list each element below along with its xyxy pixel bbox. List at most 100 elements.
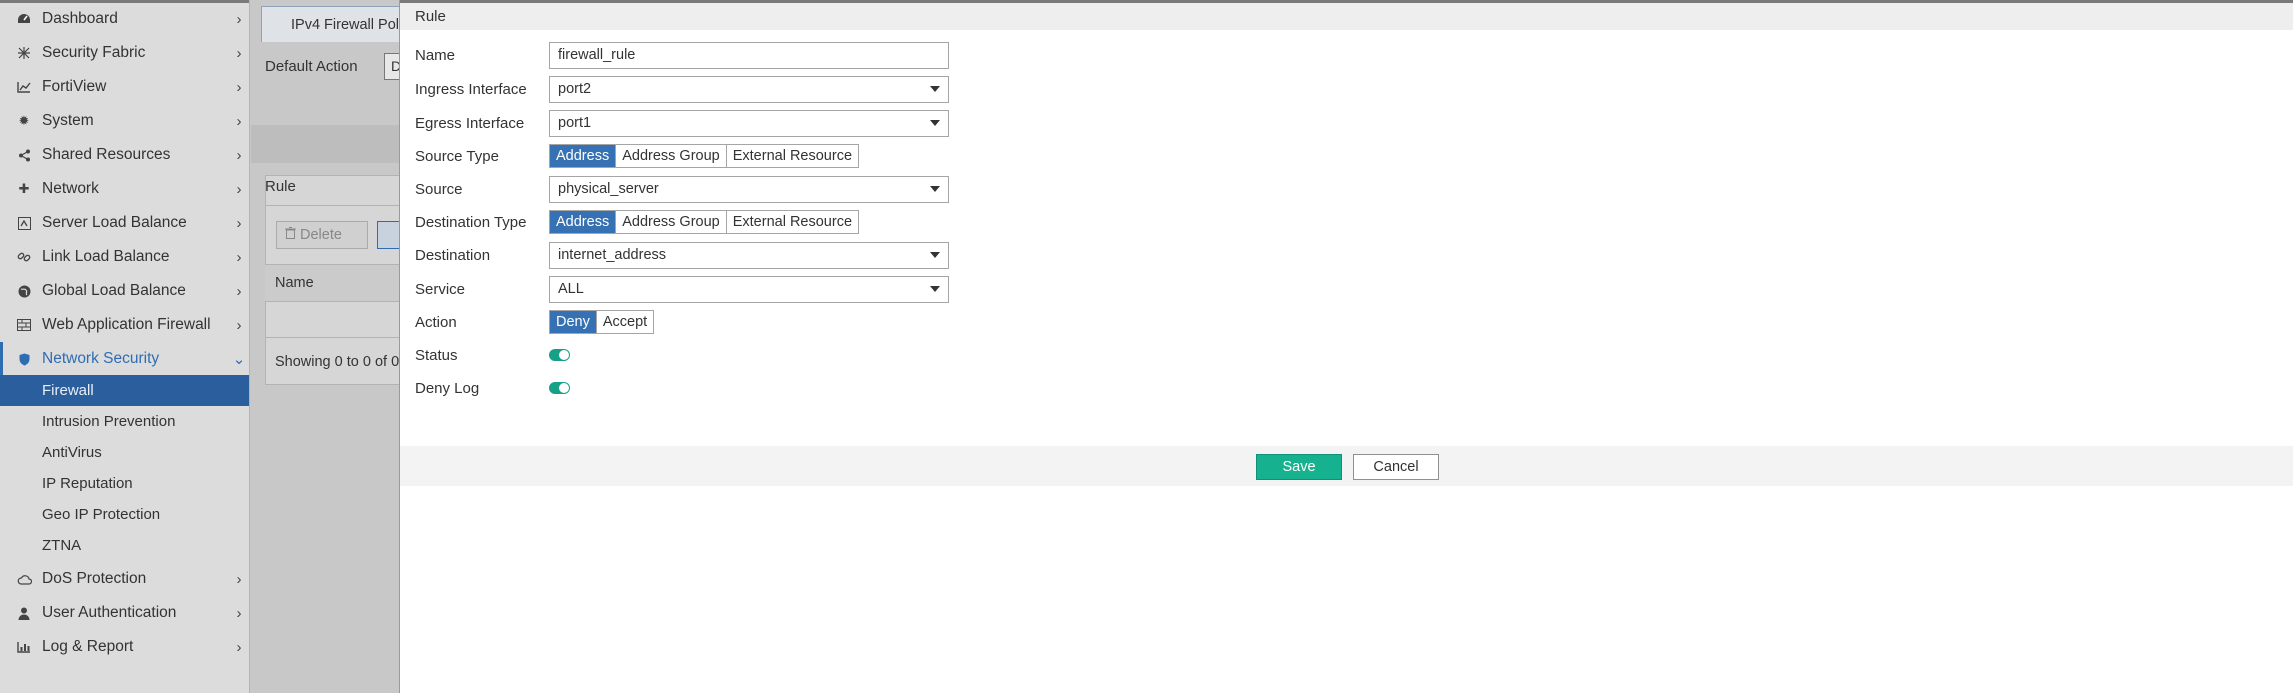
source-type-external-resource[interactable]: External Resource xyxy=(726,145,859,167)
dialog-title: Rule xyxy=(415,8,446,25)
sidebar-item-label: Shared Resources xyxy=(42,146,171,163)
sidebar-item-security-fabric[interactable]: Security Fabric › xyxy=(0,36,249,70)
sidebar-subitem-antivirus[interactable]: AntiVirus xyxy=(0,437,249,468)
sidebar-item-label: Link Load Balance xyxy=(42,248,170,265)
toggle-knob xyxy=(559,350,569,360)
tab-label: IPv4 Firewall Polic xyxy=(291,17,401,33)
status-toggle[interactable] xyxy=(549,349,570,361)
source-type-label: Source Type xyxy=(415,147,499,165)
sidebar-item-network[interactable]: ✚ Network › xyxy=(0,172,249,206)
chevron-right-icon: › xyxy=(236,214,242,232)
sidebar-subitem-label: IP Reputation xyxy=(42,475,133,492)
sidebar-item-fortiview[interactable]: FortiView › xyxy=(0,70,249,104)
sidebar-item-label: Log & Report xyxy=(42,638,134,655)
delete-label: Delete xyxy=(300,227,342,243)
source-value: physical_server xyxy=(558,181,659,197)
table-row xyxy=(265,302,401,338)
chevron-right-icon: › xyxy=(236,282,242,300)
service-select[interactable]: ALL xyxy=(549,275,949,303)
ingress-row: Ingress Interface port2 xyxy=(415,74,949,104)
sidebar-subitem-geo-ip-protection[interactable]: Geo IP Protection xyxy=(0,499,249,530)
egress-interface-select[interactable]: port1 xyxy=(549,109,949,137)
name-label: Name xyxy=(415,46,456,64)
ingress-interface-label: Ingress Interface xyxy=(415,80,527,98)
destination-type-external-resource[interactable]: External Resource xyxy=(726,211,859,233)
share-icon xyxy=(14,149,34,162)
ingress-interface-select[interactable]: port2 xyxy=(549,75,949,103)
tab-ipv4-firewall-policy[interactable]: IPv4 Firewall Polic xyxy=(261,6,401,42)
destination-type-row: Destination Type Address Address Group E… xyxy=(415,207,860,237)
globe-icon xyxy=(14,285,34,298)
status-label: Status xyxy=(415,346,458,364)
cancel-button[interactable]: Cancel xyxy=(1353,454,1439,480)
log-report-icon xyxy=(14,641,34,653)
source-type-address-group[interactable]: Address Group xyxy=(616,145,727,167)
shield-icon xyxy=(14,353,34,366)
chevron-right-icon: › xyxy=(236,146,242,164)
chevron-right-icon: › xyxy=(236,316,242,334)
dialog-footer xyxy=(400,446,2293,486)
chevron-down-icon: ⌄ xyxy=(232,351,246,368)
sidebar-item-label: Server Load Balance xyxy=(42,214,187,231)
save-button[interactable]: Save xyxy=(1256,454,1342,480)
name-column-header[interactable]: Name xyxy=(265,264,401,302)
cloud-icon xyxy=(14,574,34,585)
sidebar-item-link-load-balance[interactable]: Link Load Balance › xyxy=(0,240,249,274)
sidebar-subitem-label: Intrusion Prevention xyxy=(42,413,176,430)
status-row: Status xyxy=(415,340,570,370)
destination-select[interactable]: internet_address xyxy=(549,241,949,269)
trash-icon xyxy=(285,227,296,243)
chevron-right-icon: › xyxy=(236,180,242,198)
sidebar-item-system[interactable]: ✹ System › xyxy=(0,104,249,138)
sidebar-subitem-firewall[interactable]: Firewall xyxy=(0,375,249,406)
sidebar-item-user-authentication[interactable]: User Authentication › xyxy=(0,596,249,630)
sidebar: Dashboard › Security Fabric › FortiView … xyxy=(0,0,250,693)
action-segmented: Deny Accept xyxy=(549,310,655,334)
name-input[interactable] xyxy=(549,41,949,69)
source-type-segmented: Address Address Group External Resource xyxy=(549,144,860,168)
sidebar-item-dashboard[interactable]: Dashboard › xyxy=(0,2,249,36)
action-row: Action Deny Accept xyxy=(415,307,655,337)
sidebar-subitem-ztna[interactable]: ZTNA xyxy=(0,530,249,561)
destination-type-address-group[interactable]: Address Group xyxy=(616,211,727,233)
deny-log-toggle[interactable] xyxy=(549,382,570,394)
sidebar-item-label: DoS Protection xyxy=(42,570,147,587)
sidebar-item-server-load-balance[interactable]: Server Load Balance › xyxy=(0,206,249,240)
egress-row: Egress Interface port1 xyxy=(415,108,949,138)
chevron-right-icon: › xyxy=(236,248,242,266)
sidebar-item-web-application-firewall[interactable]: Web Application Firewall › xyxy=(0,308,249,342)
sidebar-item-label: FortiView xyxy=(42,78,107,95)
sidebar-item-shared-resources[interactable]: Shared Resources › xyxy=(0,138,249,172)
source-label: Source xyxy=(415,180,463,198)
deny-log-row: Deny Log xyxy=(415,373,570,403)
destination-type-address[interactable]: Address xyxy=(550,211,617,233)
source-type-address[interactable]: Address xyxy=(550,145,617,167)
name-column-label: Name xyxy=(275,275,314,291)
sidebar-item-log-report[interactable]: Log & Report › xyxy=(0,630,249,664)
waf-icon xyxy=(14,319,34,331)
egress-interface-label: Egress Interface xyxy=(415,114,525,132)
chart-icon xyxy=(14,81,34,93)
action-accept[interactable]: Accept xyxy=(596,311,654,333)
security-fabric-icon xyxy=(14,46,34,60)
sidebar-subitem-intrusion-prevention[interactable]: Intrusion Prevention xyxy=(0,406,249,437)
gear-icon: ✹ xyxy=(18,113,30,128)
sidebar-item-network-security[interactable]: Network Security ⌄ xyxy=(0,342,249,376)
source-select[interactable]: physical_server xyxy=(549,175,949,203)
destination-value: internet_address xyxy=(558,247,667,263)
action-deny[interactable]: Deny xyxy=(550,311,597,333)
delete-button[interactable]: Delete xyxy=(276,221,368,249)
toggle-knob xyxy=(559,383,569,393)
source-row: Source physical_server xyxy=(415,174,949,204)
caret-down-icon xyxy=(930,120,940,126)
sidebar-item-label: Global Load Balance xyxy=(42,282,186,299)
destination-type-label: Destination Type xyxy=(415,213,527,231)
sidebar-item-global-load-balance[interactable]: Global Load Balance › xyxy=(0,274,249,308)
sidebar-subitem-label: Firewall xyxy=(42,382,94,399)
chevron-right-icon: › xyxy=(236,604,242,622)
sidebar-subitem-ip-reputation[interactable]: IP Reputation xyxy=(0,468,249,499)
sidebar-item-label: Security Fabric xyxy=(42,44,146,61)
create-new-button[interactable] xyxy=(377,221,401,249)
background-content: IPv4 Firewall Polic Default Action D Rul… xyxy=(251,0,401,693)
sidebar-item-dos-protection[interactable]: DoS Protection › xyxy=(0,562,249,596)
